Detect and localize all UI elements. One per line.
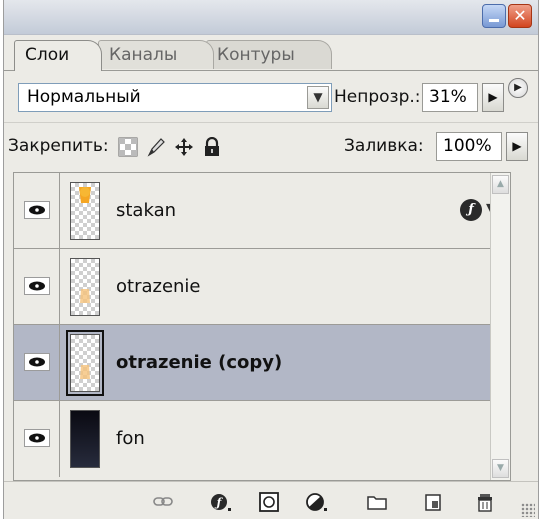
- layer-row-otrazenie[interactable]: otrazenie: [14, 249, 510, 325]
- blend-mode-value: Нормальный: [27, 87, 141, 107]
- layer-name[interactable]: stakan: [116, 197, 176, 225]
- eye-icon[interactable]: [24, 201, 50, 219]
- reflection-thumbnail-icon: [80, 365, 90, 379]
- tab-paths-label: Контуры: [217, 45, 295, 65]
- eye-icon[interactable]: [24, 353, 50, 371]
- layer-name[interactable]: otrazenie (copy): [116, 349, 282, 377]
- visibility-cell: [14, 173, 60, 248]
- blend-mode-select[interactable]: Нормальный ▼: [18, 83, 332, 112]
- layer-thumbnail: [70, 182, 100, 240]
- lock-transparency-icon[interactable]: [118, 137, 138, 157]
- chevron-down-icon[interactable]: ▼: [307, 86, 329, 109]
- layer-name[interactable]: otrazenie: [116, 273, 201, 301]
- close-button[interactable]: ✕: [508, 4, 532, 28]
- layer-name[interactable]: fon: [116, 425, 145, 453]
- layer-row-fon[interactable]: fon: [14, 401, 510, 477]
- eye-icon[interactable]: [24, 429, 50, 447]
- layer-style-icon[interactable]: ƒ: [210, 492, 232, 512]
- lock-position-icon[interactable]: [174, 137, 194, 157]
- eye-icon[interactable]: [24, 277, 50, 295]
- opacity-field[interactable]: 31%: [422, 83, 478, 112]
- layer-row-otrazenie-copy[interactable]: otrazenie (copy): [14, 325, 510, 401]
- fill-stepper[interactable]: ▶: [506, 132, 528, 161]
- title-bar[interactable]: ✕: [4, 0, 538, 35]
- lock-label: Закрепить:: [8, 136, 109, 156]
- fill-field[interactable]: 100%: [436, 132, 502, 161]
- fill-label: Заливка:: [344, 136, 424, 156]
- visibility-cell: [14, 249, 60, 324]
- opacity-label: Непрозр.:: [334, 87, 421, 107]
- layers-list: stakan ƒ ▼ otrazenie: [13, 172, 511, 481]
- link-icon[interactable]: [152, 492, 174, 512]
- mask-icon[interactable]: [258, 492, 280, 512]
- glass-thumbnail-icon: [79, 187, 91, 203]
- lock-image-pixels-icon[interactable]: [146, 137, 166, 157]
- layer-effects-icon[interactable]: ƒ: [460, 199, 482, 221]
- tab-channels-label: Каналы: [109, 45, 178, 65]
- layer-row-stakan[interactable]: stakan ƒ ▼: [14, 173, 510, 249]
- layer-thumbnail: [70, 334, 100, 392]
- scroll-up-button[interactable]: ▲: [492, 175, 509, 194]
- minimize-button[interactable]: [482, 4, 506, 28]
- resize-grip[interactable]: [521, 503, 535, 517]
- tab-layers[interactable]: Слои: [14, 40, 102, 71]
- trash-icon[interactable]: [474, 492, 496, 512]
- lock-all-icon[interactable]: [202, 137, 222, 157]
- layers-scrollbar[interactable]: ▲ ▼: [490, 173, 510, 480]
- tab-channels[interactable]: Каналы: [98, 40, 214, 69]
- visibility-cell: [14, 325, 60, 400]
- tab-strip: Контуры Каналы Слои ▶: [4, 34, 538, 98]
- scroll-down-button[interactable]: ▼: [492, 459, 509, 478]
- tab-layers-label: Слои: [25, 45, 70, 65]
- layer-thumbnail: [70, 258, 100, 316]
- opacity-stepper[interactable]: ▶: [482, 83, 504, 112]
- visibility-cell: [14, 401, 60, 477]
- blend-row: Нормальный ▼ Непрозр.: 31% ▶: [4, 72, 538, 122]
- layers-panel: ✕ Контуры Каналы Слои ▶ Нормальный ▼ Неп…: [3, 0, 539, 519]
- layers-toolbar: ƒ: [4, 481, 538, 520]
- reflection-thumbnail-icon: [80, 289, 90, 303]
- layer-thumbnail: [70, 410, 100, 468]
- new-layer-icon[interactable]: [422, 492, 444, 512]
- adjustment-layer-icon[interactable]: [306, 492, 328, 512]
- tab-paths[interactable]: Контуры: [206, 40, 332, 69]
- lock-row: Закрепить: Заливка: 100% ▶: [4, 122, 538, 171]
- folder-icon[interactable]: [366, 492, 388, 512]
